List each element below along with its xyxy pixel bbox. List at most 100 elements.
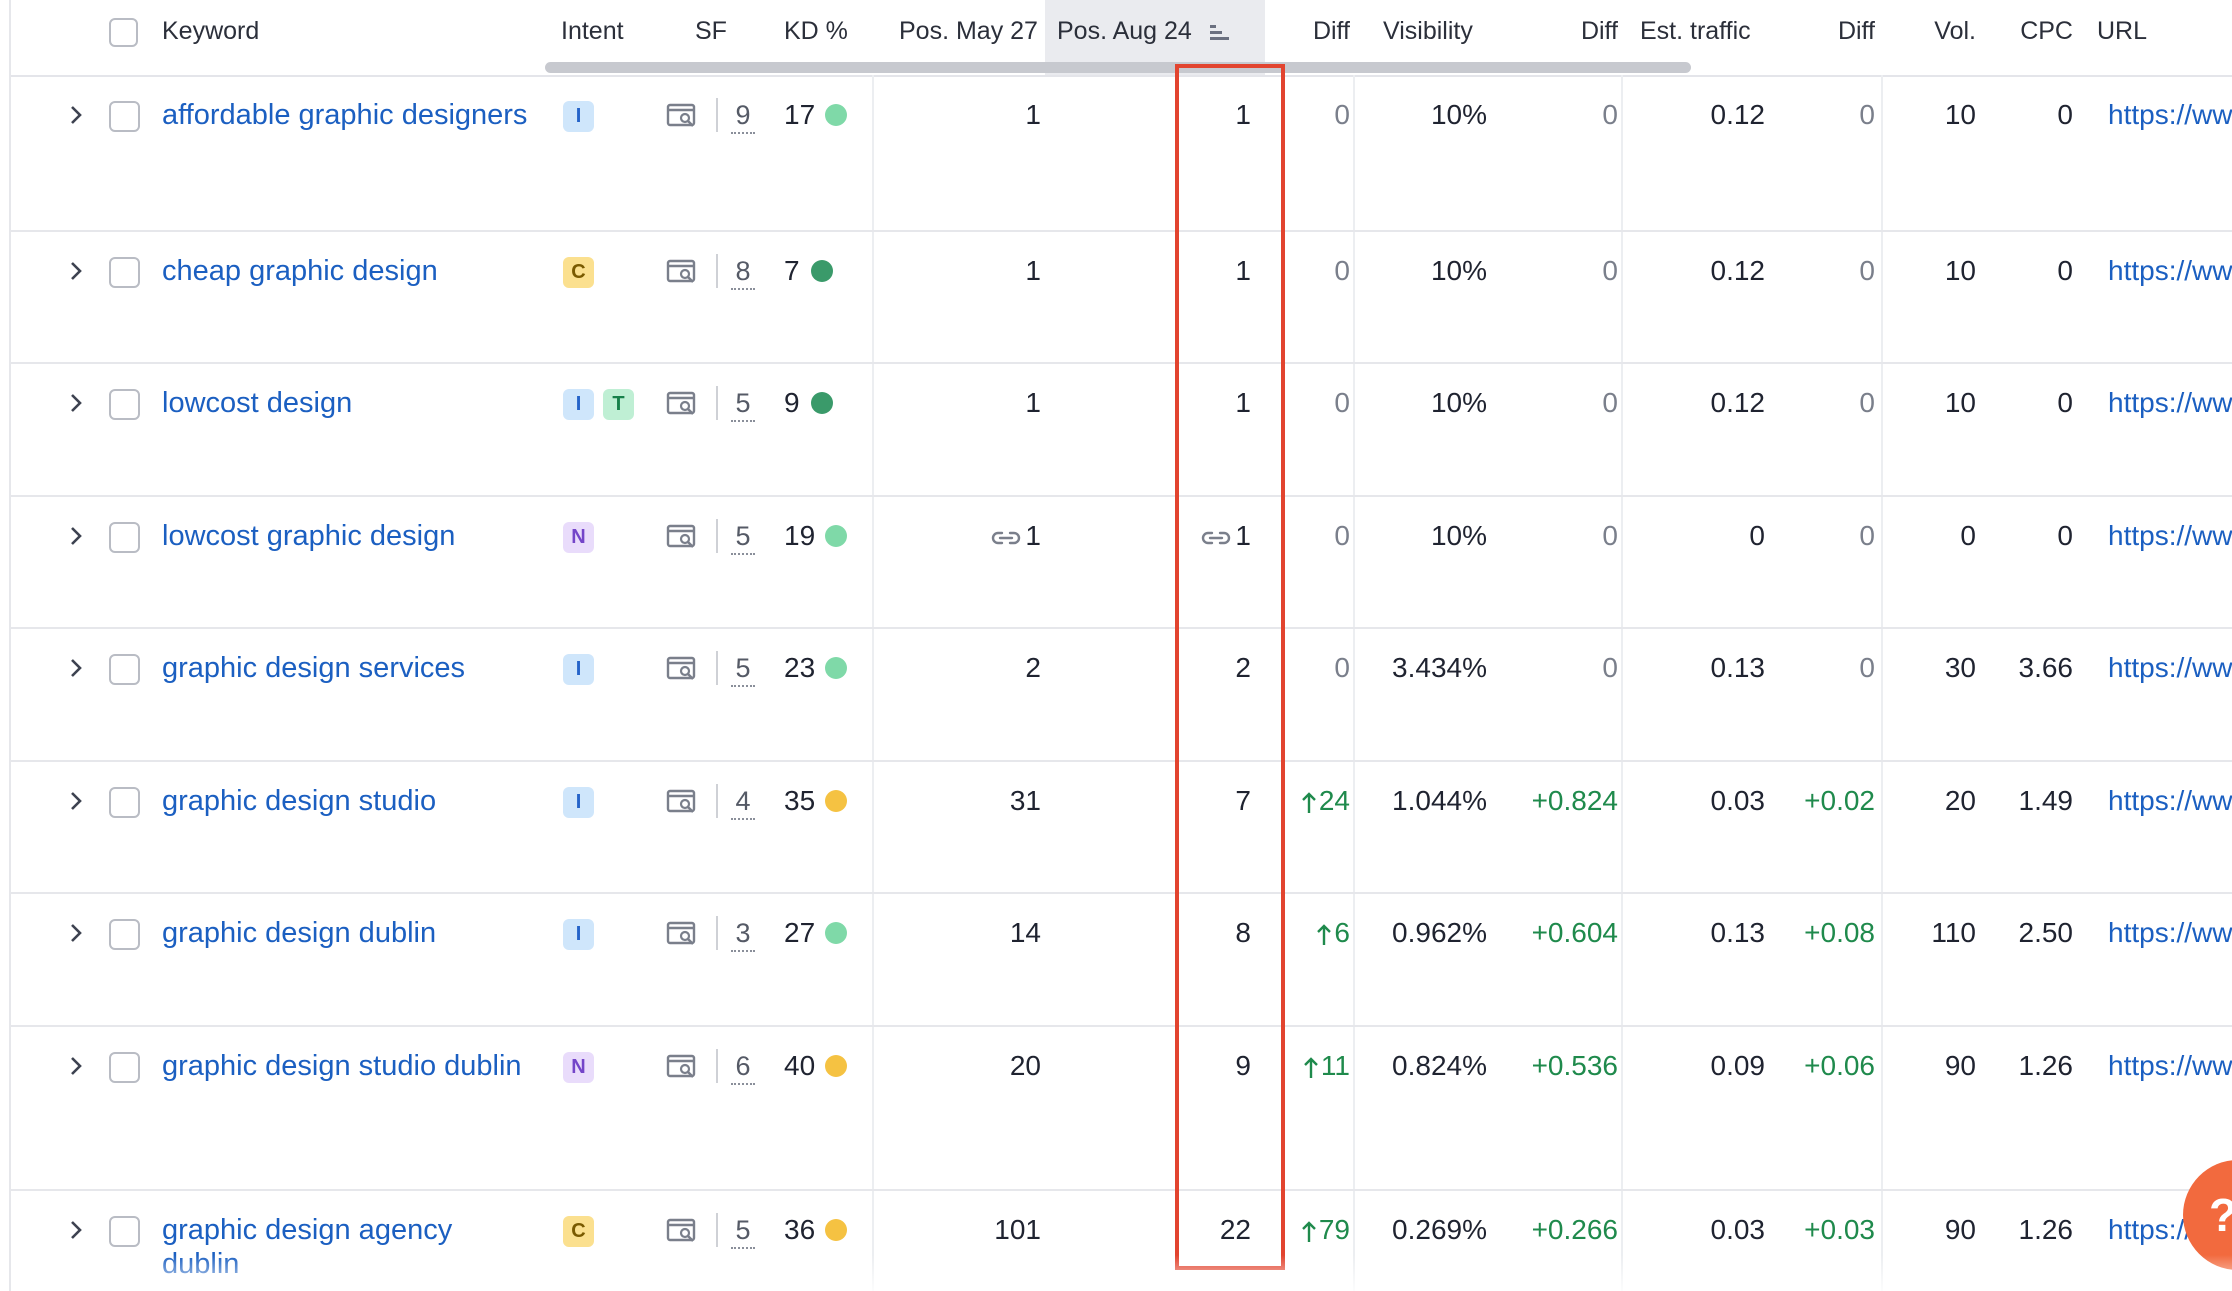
kd-value: 27 — [784, 917, 816, 948]
chevron-right-icon[interactable] — [65, 260, 87, 282]
url-link[interactable]: https://ww — [2108, 254, 2232, 288]
header-keyword[interactable]: Keyword — [162, 0, 362, 75]
url-link[interactable]: https://ww — [2108, 98, 2232, 132]
link-icon — [992, 531, 1021, 544]
row-checkbox[interactable] — [109, 257, 140, 288]
keyword-link[interactable]: graphic design studio — [162, 784, 532, 818]
sf-divider — [716, 98, 718, 132]
pos-aug-number: 2 — [1235, 652, 1251, 683]
chevron-right-icon[interactable] — [65, 790, 87, 812]
serp-features-icon[interactable] — [666, 523, 698, 551]
keyword-link[interactable]: lowcost graphic design — [162, 519, 532, 553]
visibility-value: 0.824% — [1392, 1050, 1487, 1081]
row-checkbox[interactable] — [109, 787, 140, 818]
chevron-right-icon[interactable] — [65, 104, 87, 126]
kd-level-dot — [811, 260, 833, 282]
chevron-right-icon[interactable] — [65, 1219, 87, 1241]
link-icon — [1202, 531, 1231, 544]
chevron-right-icon[interactable] — [65, 1055, 87, 1077]
sf-count[interactable]: 3 — [731, 916, 755, 952]
select-all-checkbox[interactable] — [109, 18, 138, 47]
kd-level-dot — [825, 922, 847, 944]
url-link[interactable]: https://ww — [2108, 916, 2232, 950]
sf-count[interactable]: 5 — [731, 1213, 755, 1249]
volume-value: 90 — [1944, 1214, 1976, 1245]
traffic-diff: 0 — [1859, 520, 1875, 551]
sf-count[interactable]: 5 — [731, 651, 755, 687]
visibility-diff: +0.266 — [1531, 1214, 1618, 1245]
volume-value: 90 — [1944, 1050, 1976, 1081]
row-checkbox[interactable] — [109, 1052, 140, 1083]
serp-features-icon[interactable] — [666, 102, 698, 130]
pos-aug-number: 1 — [1235, 387, 1251, 418]
keyword-link[interactable]: lowcost design — [162, 386, 532, 420]
cpc-value: 0 — [2057, 255, 2073, 286]
position-diff-number: 6 — [1334, 917, 1350, 948]
row-checkbox[interactable] — [109, 389, 140, 420]
traffic-diff: +0.03 — [1804, 1214, 1875, 1245]
row-checkbox[interactable] — [109, 919, 140, 950]
keyword-link[interactable]: graphic design agency dublin — [162, 1213, 532, 1281]
url-link[interactable]: https://ww — [2108, 386, 2232, 420]
horizontal-scrollbar[interactable] — [545, 62, 1691, 73]
pos-aug-value: 2 — [1181, 651, 1251, 685]
row-checkbox[interactable] — [109, 522, 140, 553]
serp-features-icon[interactable] — [666, 920, 698, 948]
intent-badge: N — [563, 522, 594, 553]
chevron-right-icon[interactable] — [65, 525, 87, 547]
chevron-right-icon[interactable] — [65, 657, 87, 679]
position-diff: 0 — [1276, 651, 1350, 685]
cpc-value: 1.49 — [2018, 785, 2074, 816]
header-diff-traffic[interactable]: Diff — [1801, 0, 1875, 75]
sf-count[interactable]: 6 — [731, 1049, 755, 1085]
pos-may-number: 1 — [1025, 520, 1041, 551]
kd-value: 19 — [784, 520, 816, 551]
row-checkbox[interactable] — [109, 101, 140, 132]
intent-badge: I — [563, 389, 594, 420]
serp-features-icon[interactable] — [666, 788, 698, 816]
serp-features-icon[interactable] — [666, 1217, 698, 1245]
keyword-link[interactable]: graphic design dublin — [162, 916, 532, 950]
serp-features-icon[interactable] — [666, 390, 698, 418]
url-link[interactable]: https://ww — [2108, 784, 2232, 818]
table-row: graphic design dublin I 3 27 14 8 6 0.962% +0.60… — [11, 893, 2232, 1026]
serp-features-icon[interactable] — [666, 258, 698, 286]
table-row: lowcost design I T 5 9 1 1 0 10% 0 0.12 0 10 0 https:/… — [11, 363, 2232, 496]
cpc-value: 0 — [2057, 99, 2073, 130]
header-volume[interactable]: Vol. — [1906, 0, 1976, 75]
visibility-diff: 0 — [1602, 520, 1618, 551]
sf-count[interactable]: 4 — [731, 784, 755, 820]
keyword-link[interactable]: graphic design studio dublin — [162, 1049, 532, 1083]
est-traffic-value: 0.12 — [1710, 387, 1766, 418]
serp-features-icon[interactable] — [666, 655, 698, 683]
url-link[interactable]: https://ww — [2108, 519, 2232, 553]
arrow-up-icon — [1317, 923, 1332, 945]
traffic-diff: +0.02 — [1804, 785, 1875, 816]
header-cpc[interactable]: CPC — [2001, 0, 2073, 75]
est-traffic-value: 0.12 — [1710, 255, 1766, 286]
serp-features-icon[interactable] — [666, 1053, 698, 1081]
chevron-right-icon[interactable] — [65, 392, 87, 414]
header-url[interactable]: URL — [2097, 0, 2177, 75]
table-row: graphic design studio I 4 35 31 7 24 1.044% +0.8… — [11, 761, 2232, 893]
keyword-link[interactable]: graphic design services — [162, 651, 532, 685]
keyword-link[interactable]: affordable graphic designers — [162, 98, 532, 132]
sf-count[interactable]: 8 — [731, 254, 755, 290]
sf-count[interactable]: 5 — [731, 386, 755, 422]
sf-count[interactable]: 5 — [731, 519, 755, 555]
chevron-right-icon[interactable] — [65, 922, 87, 944]
cpc-value: 0 — [2057, 387, 2073, 418]
row-checkbox[interactable] — [109, 1216, 140, 1247]
keyword-link[interactable]: cheap graphic design — [162, 254, 532, 288]
volume-value: 10 — [1944, 255, 1976, 286]
position-diff-number: 0 — [1334, 652, 1350, 683]
table-row: graphic design studio dublin N 6 40 20 9 11 0.8… — [11, 1026, 2232, 1190]
intent-badge: I — [563, 787, 594, 818]
url-link[interactable]: https://ww — [2108, 1049, 2232, 1083]
row-checkbox[interactable] — [109, 654, 140, 685]
visibility-diff: 0 — [1602, 387, 1618, 418]
visibility-value: 0.962% — [1392, 917, 1487, 948]
sf-count[interactable]: 9 — [731, 98, 755, 134]
url-link[interactable]: https://ww — [2108, 651, 2232, 685]
visibility-diff: 0 — [1602, 99, 1618, 130]
